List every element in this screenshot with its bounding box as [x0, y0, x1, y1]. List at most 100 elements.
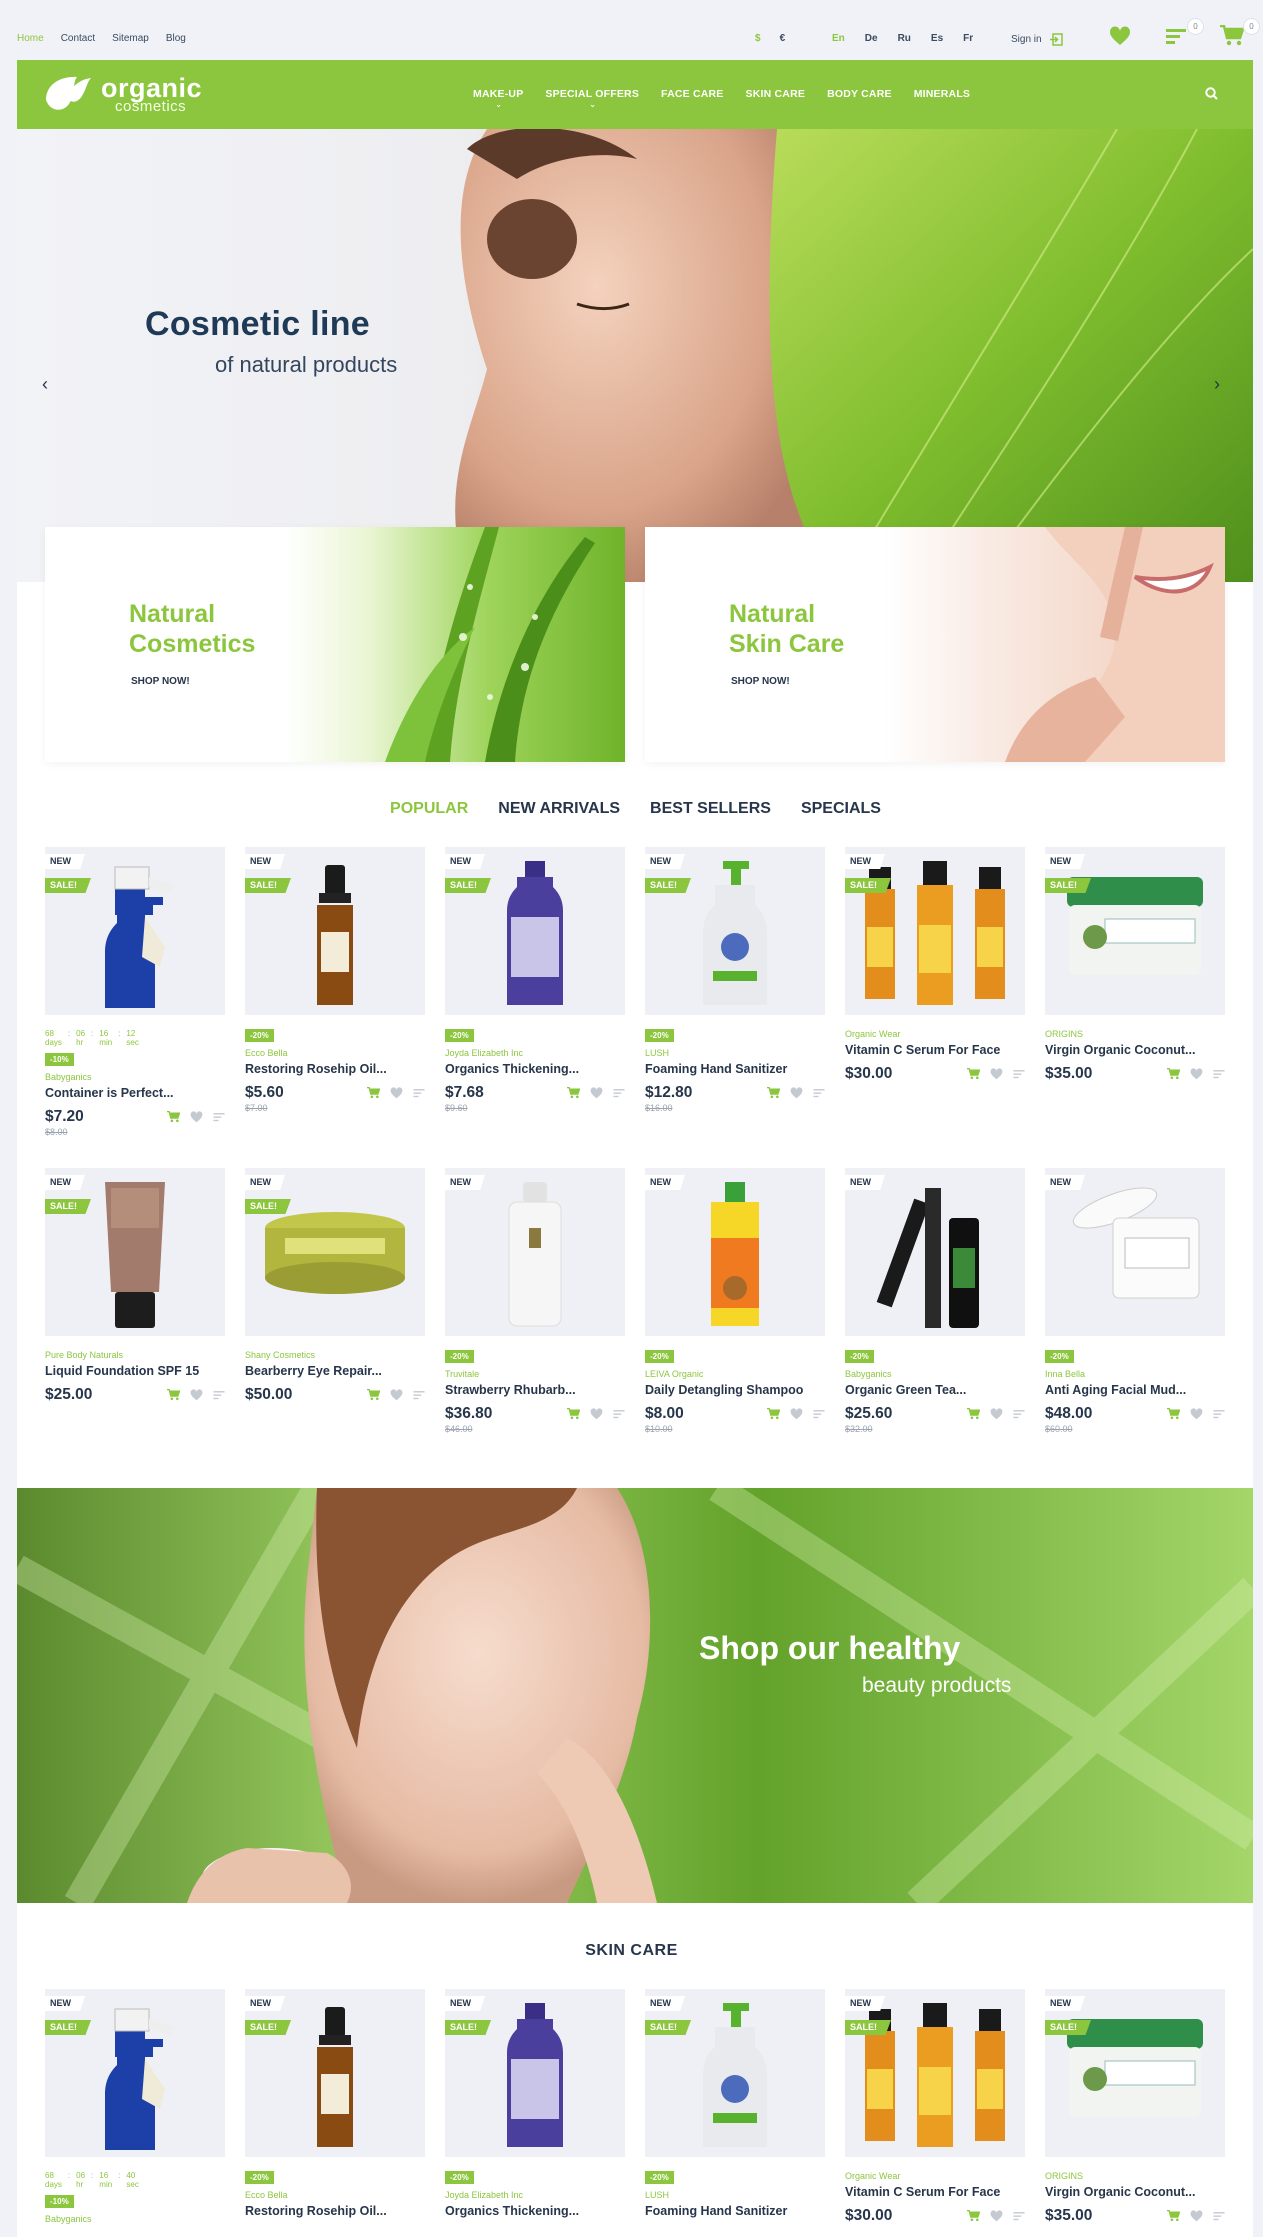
- heart-icon[interactable]: [1190, 1068, 1203, 1080]
- product-thumbnail[interactable]: NEW SALE!: [45, 847, 225, 1015]
- product-image[interactable]: [845, 847, 1025, 1015]
- cart-icon[interactable]: [167, 1111, 180, 1123]
- currency-eur[interactable]: €: [780, 33, 786, 44]
- compare-icon[interactable]: [213, 1390, 225, 1400]
- product-name[interactable]: Organics Thickening...: [445, 1062, 625, 1076]
- cart-icon[interactable]: [567, 1408, 580, 1420]
- lang-en[interactable]: En: [832, 33, 845, 44]
- cart-icon[interactable]: [567, 1087, 580, 1099]
- promo-banner[interactable]: Shop our healthy beauty products: [17, 1488, 1253, 1903]
- chevron-left-icon[interactable]: ‹: [42, 374, 48, 395]
- product-brand[interactable]: LUSH: [645, 2190, 825, 2201]
- product-brand[interactable]: Joyda Elizabeth Inc: [445, 1048, 625, 1059]
- top-link-sitemap[interactable]: Sitemap: [112, 33, 149, 44]
- compare-icon[interactable]: [413, 1390, 425, 1400]
- heart-icon[interactable]: [390, 1087, 403, 1099]
- product-brand[interactable]: Babyganics: [45, 1072, 225, 1083]
- product-image[interactable]: [245, 1168, 425, 1336]
- top-link-blog[interactable]: Blog: [166, 33, 186, 44]
- product-image[interactable]: [845, 1168, 1025, 1336]
- product-name[interactable]: Container is Perfect...: [45, 1086, 225, 1100]
- product-name[interactable]: Vitamin C Serum For Face: [845, 2185, 1025, 2199]
- heart-icon[interactable]: [790, 1087, 803, 1099]
- product-brand[interactable]: Ecco Bella: [245, 2190, 425, 2201]
- product-image[interactable]: [445, 1168, 625, 1336]
- heart-icon[interactable]: [190, 1111, 203, 1123]
- product-brand[interactable]: Truvitale: [445, 1369, 625, 1380]
- product-image[interactable]: [445, 847, 625, 1015]
- cart-icon[interactable]: [967, 1068, 980, 1080]
- product-name[interactable]: Foaming Hand Sanitizer: [645, 2204, 825, 2218]
- product-brand[interactable]: LEIVA Organic: [645, 1369, 825, 1380]
- product-thumbnail[interactable]: NEW SALE!: [45, 1168, 225, 1336]
- cart-icon[interactable]: [1167, 1068, 1180, 1080]
- tab-new-arrivals[interactable]: NEW ARRIVALS: [498, 800, 620, 818]
- lang-fr[interactable]: Fr: [963, 33, 973, 44]
- product-thumbnail[interactable]: NEW SALE!: [845, 847, 1025, 1015]
- heart-icon[interactable]: [1190, 1408, 1203, 1420]
- top-link-contact[interactable]: Contact: [61, 33, 95, 44]
- heart-icon[interactable]: [190, 1389, 203, 1401]
- compare-icon[interactable]: [813, 1409, 825, 1419]
- product-brand[interactable]: Pure Body Naturals: [45, 1350, 225, 1361]
- tab-best-sellers[interactable]: BEST SELLERS: [650, 800, 771, 818]
- product-image[interactable]: [645, 1168, 825, 1336]
- cart-icon[interactable]: [967, 1408, 980, 1420]
- cart-icon[interactable]: [367, 1389, 380, 1401]
- cart-icon[interactable]: [167, 1389, 180, 1401]
- heart-icon[interactable]: [590, 1087, 603, 1099]
- compare-icon[interactable]: [813, 1088, 825, 1098]
- wishlist-button[interactable]: [1108, 24, 1132, 48]
- heart-icon[interactable]: [990, 1068, 1003, 1080]
- menu-item-skin-care[interactable]: SKIN CARE: [746, 88, 806, 100]
- compare-icon[interactable]: [413, 1088, 425, 1098]
- product-image[interactable]: [245, 847, 425, 1015]
- product-thumbnail[interactable]: NEW SALE!: [645, 1989, 825, 2157]
- product-image[interactable]: [45, 1989, 225, 2157]
- product-image[interactable]: [245, 1989, 425, 2157]
- logo[interactable]: organic cosmetics: [43, 74, 202, 116]
- product-name[interactable]: Organics Thickening...: [445, 2204, 625, 2218]
- product-image[interactable]: [645, 847, 825, 1015]
- lang-es[interactable]: Es: [931, 33, 943, 44]
- compare-icon[interactable]: [613, 1088, 625, 1098]
- product-image[interactable]: [645, 1989, 825, 2157]
- product-name[interactable]: Restoring Rosehip Oil...: [245, 2204, 425, 2218]
- tab-popular[interactable]: POPULAR: [390, 800, 468, 818]
- heart-icon[interactable]: [1190, 2210, 1203, 2222]
- cart-button[interactable]: 0: [1220, 18, 1260, 48]
- product-name[interactable]: Virgin Organic Coconut...: [1045, 2185, 1225, 2199]
- product-thumbnail[interactable]: NEW SALE!: [445, 847, 625, 1015]
- product-brand[interactable]: Ecco Bella: [245, 1048, 425, 1059]
- product-image[interactable]: [1045, 1168, 1225, 1336]
- product-name[interactable]: Virgin Organic Coconut...: [1045, 1043, 1225, 1057]
- product-thumbnail[interactable]: NEW SALE!: [245, 1168, 425, 1336]
- product-thumbnail[interactable]: NEW SALE!: [845, 1989, 1025, 2157]
- product-brand[interactable]: Inna Bella: [1045, 1369, 1225, 1380]
- product-name[interactable]: Strawberry Rhubarb...: [445, 1383, 625, 1397]
- product-image[interactable]: [845, 1989, 1025, 2157]
- banner-natural-skin-care[interactable]: Natural Skin Care SHOP NOW!: [645, 527, 1225, 762]
- product-thumbnail[interactable]: NEW: [1045, 1168, 1225, 1336]
- product-image[interactable]: [1045, 847, 1225, 1015]
- product-image[interactable]: [45, 1168, 225, 1336]
- product-name[interactable]: Anti Aging Facial Mud...: [1045, 1383, 1225, 1397]
- product-brand[interactable]: Organic Wear: [845, 1029, 1025, 1040]
- product-image[interactable]: [1045, 1989, 1225, 2157]
- compare-icon[interactable]: [1013, 1069, 1025, 1079]
- product-thumbnail[interactable]: NEW: [445, 1168, 625, 1336]
- shop-now-link[interactable]: SHOP NOW!: [731, 676, 790, 687]
- product-name[interactable]: Vitamin C Serum For Face: [845, 1043, 1025, 1057]
- product-thumbnail[interactable]: NEW SALE!: [445, 1989, 625, 2157]
- lang-ru[interactable]: Ru: [898, 33, 911, 44]
- product-image[interactable]: [45, 847, 225, 1015]
- cart-icon[interactable]: [1167, 2210, 1180, 2222]
- heart-icon[interactable]: [790, 1408, 803, 1420]
- menu-item-minerals[interactable]: MINERALS: [914, 88, 970, 100]
- compare-button[interactable]: 0: [1164, 18, 1204, 48]
- product-thumbnail[interactable]: NEW: [845, 1168, 1025, 1336]
- heart-icon[interactable]: [390, 1389, 403, 1401]
- menu-item-face-care[interactable]: FACE CARE: [661, 88, 723, 100]
- product-thumbnail[interactable]: NEW SALE!: [245, 847, 425, 1015]
- product-brand[interactable]: Babyganics: [45, 2214, 225, 2225]
